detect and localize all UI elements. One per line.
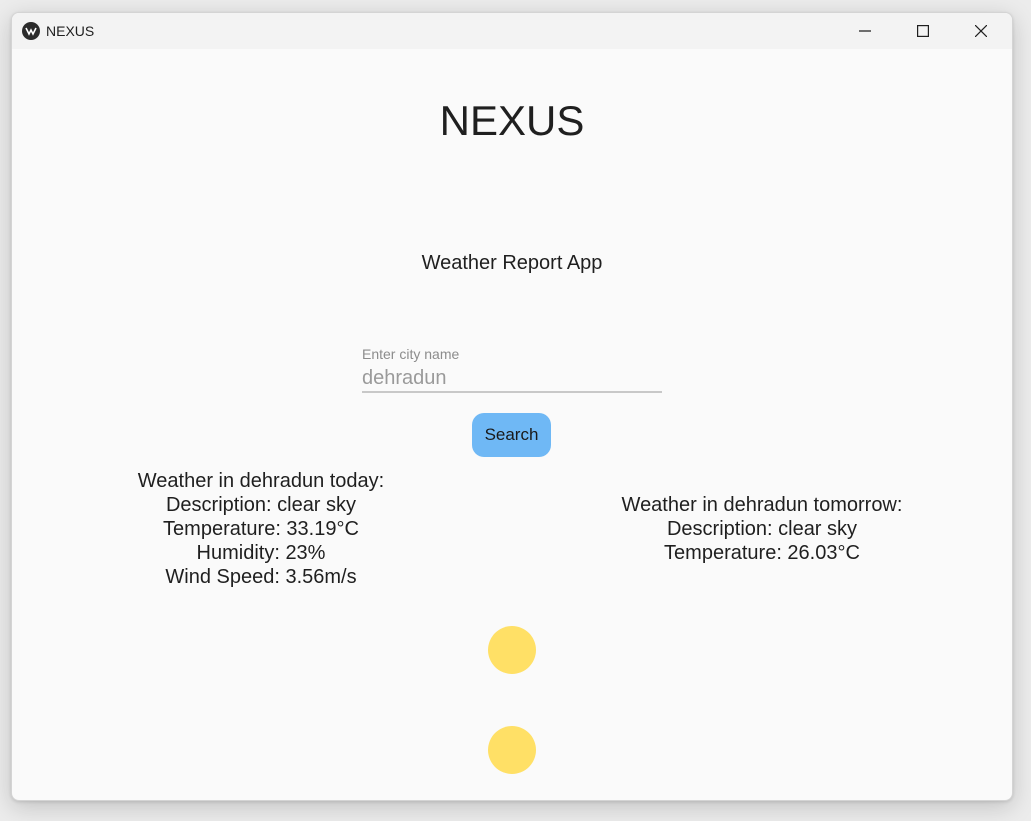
window-title: NEXUS (46, 23, 95, 39)
tomorrow-report: Weather in dehradun tomorrow: Descriptio… (602, 493, 922, 565)
today-report: Weather in dehradun today: Description: … (101, 469, 421, 589)
minimize-icon (859, 30, 871, 32)
app-subtitle: Weather Report App (421, 252, 603, 274)
today-humidity: Humidity: 23% (196, 542, 326, 564)
city-input[interactable] (362, 365, 662, 393)
maximize-icon (917, 25, 929, 37)
city-input-label: Enter city name (362, 346, 460, 362)
today-temperature: Temperature: 33.19°C (163, 518, 359, 540)
search-button[interactable]: Search (472, 413, 551, 457)
sun-icon (488, 626, 536, 674)
tomorrow-temperature: Temperature: 26.03°C (664, 542, 860, 564)
tomorrow-description: Description: clear sky (666, 518, 858, 540)
today-description: Description: clear sky (165, 494, 357, 516)
app-logo-icon (22, 22, 40, 40)
maximize-button[interactable] (894, 13, 952, 49)
title-bar[interactable]: NEXUS (12, 13, 1012, 49)
close-button[interactable] (952, 13, 1010, 49)
app-title: NEXUS (439, 97, 585, 144)
today-heading: Weather in dehradun today: (137, 470, 385, 492)
minimize-button[interactable] (836, 13, 894, 49)
today-wind-speed: Wind Speed: 3.56m/s (165, 566, 357, 588)
tomorrow-heading: Weather in dehradun tomorrow: (621, 494, 903, 516)
sun-icon (488, 726, 536, 774)
app-window: NEXUS NEXUS Weather Report App Enter cit… (11, 12, 1013, 801)
close-icon (975, 25, 987, 37)
